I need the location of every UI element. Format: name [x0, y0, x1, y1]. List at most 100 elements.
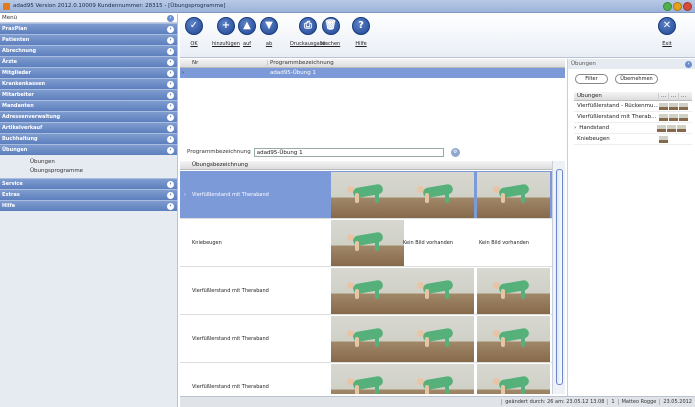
program-name: adad95-Übung 1	[270, 70, 316, 76]
help-icon: ?	[352, 17, 370, 35]
exercise-row[interactable]: Kniebeugen Kein Bild vorhanden Kein Bild v…	[180, 219, 552, 267]
exercise-list-name: Handstand	[579, 125, 610, 131]
expand-icon: ›	[167, 202, 174, 210]
photo-arm	[501, 337, 505, 347]
exercise-image[interactable]	[401, 268, 474, 314]
photo-arm	[501, 385, 505, 394]
trash-icon: 🗑	[321, 17, 340, 35]
minimize-button[interactable]	[663, 2, 672, 11]
exercise-name: Vierfüßlerstand mit Theraband	[192, 336, 269, 342]
exercise-list-item[interactable]: Vierfüßlerstand mit Therab...	[574, 112, 692, 123]
exercise-panel-title: Übungen	[571, 61, 596, 67]
toolbar-label: OK	[190, 41, 198, 47]
exercise-image[interactable]	[401, 316, 474, 362]
submenu-item-uebungen[interactable]: Übungen	[30, 158, 177, 167]
toolbar-label: hinzufügen	[212, 41, 240, 47]
sidebar-item-hilfe[interactable]: Hilfe ›	[0, 200, 177, 211]
filter-button[interactable]: Filter	[575, 74, 608, 84]
exercise-grid-header: Übungsbezeichnung	[180, 161, 552, 170]
sidebar-item-krankenkassen[interactable]: Krankenkassen ›	[0, 78, 177, 89]
exercise-image[interactable]	[331, 268, 404, 314]
photo-leg	[445, 337, 449, 347]
sidebar-item-mitarbeiter[interactable]: Mitarbeiter ›	[0, 89, 177, 100]
vertical-scrollbar[interactable]	[552, 161, 565, 394]
toolbar-button-ok[interactable]: ✓ OK	[185, 17, 203, 47]
exercise-list-item[interactable]: Kniebeugen	[574, 134, 692, 145]
exercise-row[interactable]: Vierfüßlerstand mit Theraband	[180, 363, 552, 394]
panel-toggle-icon[interactable]: ›	[685, 60, 692, 68]
exercise-image[interactable]	[401, 364, 474, 394]
exercise-list-name: Kniebeugen	[577, 136, 610, 142]
photo-leg	[375, 337, 379, 347]
sidebar-item-aerzte[interactable]: Ärzte ›	[0, 56, 177, 67]
exercise-photo	[477, 268, 550, 314]
exercise-row[interactable]: › Vierfüßlerstand mit Theraband	[180, 171, 552, 219]
program-name-row: Programmbezeichnung adad95-Übung 1 ⚙	[180, 145, 565, 159]
toolbar-button-exit[interactable]: ✕ Exit	[658, 17, 676, 47]
expand-icon: ›	[167, 80, 174, 88]
toolbar-button-hilfe[interactable]: ? Hilfe	[352, 17, 370, 47]
exercise-list-item[interactable]: Vierfüßlerstand - Rückenmu...	[574, 101, 692, 112]
expand-icon: ›	[167, 135, 174, 143]
toolbar-label: löschen	[321, 41, 341, 47]
exercise-photo	[401, 268, 474, 314]
maximize-button[interactable]	[673, 2, 682, 11]
sidebar-item-mitglieder[interactable]: Mitglieder ›	[0, 67, 177, 78]
status-changed: geändert durch: 26 am: 23.05.12 13.08	[501, 399, 607, 405]
exercise-image[interactable]	[401, 172, 474, 218]
row-pointer-icon: ›	[184, 192, 186, 198]
program-settings-icon[interactable]: ⚙	[450, 147, 460, 157]
exercise-panel-header: Übungen ›	[568, 59, 695, 69]
col-nr: Nr	[190, 60, 268, 66]
exercise-thumbnail	[657, 124, 667, 132]
program-grid-header: Nr Programmbezeichnung	[180, 59, 565, 68]
exercise-list-item[interactable]: › Handstand	[574, 123, 692, 134]
apply-button[interactable]: Übernehmen	[615, 74, 658, 84]
collapse-menu-icon[interactable]: ‹	[167, 14, 174, 22]
photo-arm	[355, 241, 359, 251]
photo-arm	[355, 385, 359, 394]
toolbar-button-loeschen[interactable]: 🗑 löschen	[321, 17, 340, 47]
exercise-image[interactable]	[477, 172, 550, 218]
sidebar-item-buchhaltung[interactable]: Buchhaltung ›	[0, 133, 177, 144]
sidebar-item-service[interactable]: Service ›	[0, 178, 177, 189]
exercise-image[interactable]	[477, 316, 550, 362]
sidebar-item-praxplan[interactable]: PraxPlan ›	[0, 23, 177, 34]
toolbar-label: Hilfe	[355, 41, 367, 47]
sidebar-item-patienten[interactable]: Patienten ›	[0, 34, 177, 45]
exercise-photo	[401, 316, 474, 362]
exercise-image[interactable]	[331, 172, 404, 218]
program-row[interactable]: › adad95-Übung 1	[180, 68, 565, 78]
expand-icon: ›	[167, 91, 174, 99]
sidebar-item-adressenverwaltung[interactable]: Adressenverwaltung ›	[0, 111, 177, 122]
exercise-image[interactable]	[477, 268, 550, 314]
scrollbar-thumb[interactable]	[556, 169, 563, 385]
submenu-item-uebungsprogramme[interactable]: Übungsprogramme	[30, 167, 177, 176]
close-icon: ✕	[658, 17, 676, 35]
exercise-image[interactable]	[331, 364, 404, 394]
exercise-row[interactable]: Vierfüßlerstand mit Theraband	[180, 315, 552, 363]
sidebar-item-uebungen[interactable]: Übungen ›	[0, 144, 177, 155]
exercise-thumbnail	[679, 113, 688, 121]
exercise-photo	[401, 364, 474, 394]
toolbar-button-hinzufuegen[interactable]: + hinzufügen	[212, 17, 240, 47]
toolbar-button-auf[interactable]: ▲ auf	[238, 17, 256, 47]
exercise-image[interactable]	[331, 220, 404, 266]
sidebar-item-abrechnung[interactable]: Abrechnung ›	[0, 45, 177, 56]
photo-leg	[375, 289, 379, 299]
program-grid: Nr Programmbezeichnung › adad95-Übung 1	[180, 59, 565, 139]
toolbar-button-ab[interactable]: ▼ ab	[260, 17, 278, 47]
photo-leg	[521, 337, 525, 347]
toolbar: ✓ OK + hinzufügen ▲ auf ▼ ab ⎙ Druckausgabe 🗑 lösch…	[180, 14, 695, 58]
exercise-image[interactable]	[331, 316, 404, 362]
sidebar-item-artikelverkauf[interactable]: Artikelverkauf ›	[0, 122, 177, 133]
exercise-panel: Übungen › Filter Übernehmen Übungen ... .…	[567, 59, 695, 407]
sidebar-item-extras[interactable]: Extras ›	[0, 189, 177, 200]
exercise-row[interactable]: Vierfüßlerstand mit Theraband	[180, 267, 552, 315]
close-window-button[interactable]	[683, 2, 692, 11]
program-name-input[interactable]: adad95-Übung 1	[253, 147, 444, 157]
exercise-image[interactable]	[477, 364, 550, 394]
sidebar-item-label: Krankenkassen	[2, 81, 46, 87]
sidebar-item-mandanten[interactable]: Mandanten ›	[0, 100, 177, 111]
expand-icon: ›	[167, 113, 174, 121]
